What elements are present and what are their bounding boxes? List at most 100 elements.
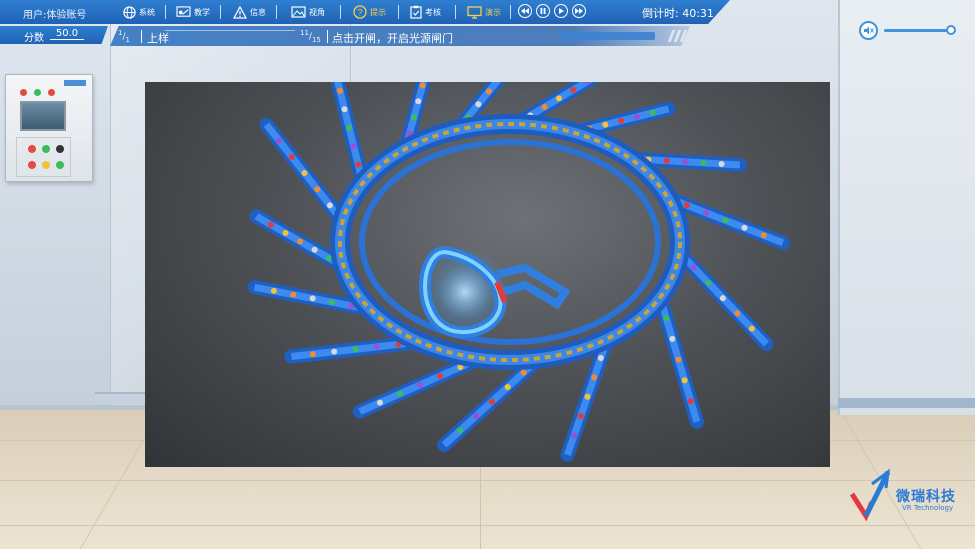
beamline-component — [376, 399, 383, 406]
beamline-component — [705, 279, 712, 286]
beamline-component — [760, 232, 767, 239]
beamline-component — [270, 287, 277, 294]
beamline-component — [352, 346, 359, 353]
beamline-component — [415, 98, 422, 105]
beamline-component — [311, 246, 318, 253]
volume-button[interactable] — [859, 21, 878, 40]
beamline-component — [633, 113, 640, 120]
menu-hint[interactable]: ? 提示 — [353, 4, 386, 20]
monitor-icon — [467, 5, 482, 19]
step-progress-strip — [560, 32, 655, 40]
warning-icon — [233, 5, 247, 19]
toolbar-divider — [398, 5, 399, 19]
step-counter: 11/15 — [300, 29, 321, 44]
menu-system[interactable]: 系统 — [123, 4, 155, 20]
beamline-component — [690, 264, 697, 271]
beamline-component — [355, 161, 362, 168]
menu-teaching-label: 教学 — [194, 7, 210, 17]
control-cabinet[interactable] — [5, 74, 93, 182]
beamline-component — [485, 88, 492, 95]
fast-forward-button[interactable] — [572, 4, 586, 18]
beamline-component — [571, 432, 578, 439]
menu-demo[interactable]: 演示 — [467, 4, 501, 20]
rewind-button[interactable] — [518, 4, 532, 18]
beamline-component — [719, 295, 726, 302]
beamline-component — [748, 325, 755, 332]
image-icon — [291, 6, 306, 18]
beamline-component — [374, 343, 381, 350]
beamline-component — [297, 238, 304, 245]
menu-hint-label: 提示 — [370, 7, 386, 17]
menu-exam[interactable]: 考核 — [410, 4, 441, 20]
beamline-component — [276, 137, 283, 144]
beamline-component — [669, 335, 676, 342]
step-divider — [327, 30, 328, 43]
beamline-component — [703, 209, 710, 216]
beamline-component — [282, 230, 289, 237]
toolbar-divider — [340, 5, 341, 19]
toolbar-divider — [455, 5, 456, 19]
menu-demo-label: 演示 — [485, 7, 501, 17]
speaker-icon — [863, 26, 874, 35]
step-instruction: 点击开闸，开启光源闸门 — [332, 32, 453, 45]
globe-icon — [123, 5, 136, 19]
indicator-lamp — [34, 89, 41, 96]
indicator-lamp — [20, 89, 27, 96]
floor-tile-line — [0, 525, 975, 526]
beamline-component — [336, 87, 343, 94]
beamline-component — [341, 106, 348, 113]
beamline-component — [472, 413, 479, 420]
top-toolbar: 用户:体验账号 系统 教学 信息 视角 ? 提示 考核 演示 倒计时: 40:3… — [0, 0, 730, 24]
pause-button[interactable] — [536, 4, 550, 18]
company-logo: 微瑞科技 VR Technology — [848, 466, 968, 526]
menu-teaching[interactable]: 教学 — [176, 4, 210, 20]
toolbar-divider — [276, 5, 277, 19]
beamline-component — [290, 291, 297, 298]
beamline-component — [683, 202, 690, 209]
play-icon — [559, 8, 564, 14]
logo-name-en: VR Technology — [902, 504, 954, 512]
beamline-component — [591, 374, 598, 381]
cabinet-button — [42, 161, 50, 169]
beamline-component — [675, 356, 682, 363]
wall-rail — [95, 392, 150, 404]
beamline-component — [331, 348, 338, 355]
beamline-component — [410, 114, 417, 121]
step-total: 15 — [311, 35, 321, 44]
menu-exam-label: 考核 — [425, 7, 441, 17]
toolbar-divider — [510, 5, 511, 19]
question-icon: ? — [353, 5, 367, 19]
volume-slider-track[interactable] — [884, 29, 950, 32]
cabinet-button — [42, 145, 50, 153]
beamline-component — [718, 160, 725, 167]
fast-forward-icon — [575, 8, 583, 14]
clipboard-check-icon — [410, 5, 422, 19]
logo-name-cn: 微瑞科技 — [896, 489, 956, 505]
step-current: 11 — [300, 29, 309, 37]
beamline-component — [722, 217, 729, 224]
synchrotron-render — [247, 82, 790, 462]
inner-ring — [359, 139, 661, 345]
step-bar: 1/1 上样 11/15 点击开闸，开启光源闸门 — [110, 26, 690, 46]
beamline-component — [687, 398, 694, 405]
vr-logo-icon — [849, 468, 891, 522]
section-counter: 1/1 — [118, 29, 130, 44]
menu-system-label: 系统 — [139, 7, 155, 17]
beamline-component — [309, 295, 316, 302]
beamline-component — [288, 153, 295, 160]
menu-info[interactable]: 信息 — [233, 4, 266, 20]
section-total: 1 — [125, 35, 130, 44]
media-controls — [518, 4, 586, 18]
beamline-component — [741, 224, 748, 231]
volume-slider-handle[interactable] — [946, 25, 956, 35]
cabinet-screen — [20, 101, 66, 131]
play-button[interactable] — [554, 4, 568, 18]
beamline-component — [682, 158, 689, 165]
beamline-component — [504, 384, 511, 391]
beamline-component — [326, 202, 333, 209]
menu-view[interactable]: 视角 — [291, 4, 325, 20]
section-current: 1 — [118, 29, 123, 37]
beamline-component — [618, 117, 625, 124]
rewind-icon — [521, 8, 529, 14]
toolbar-divider — [165, 5, 166, 19]
